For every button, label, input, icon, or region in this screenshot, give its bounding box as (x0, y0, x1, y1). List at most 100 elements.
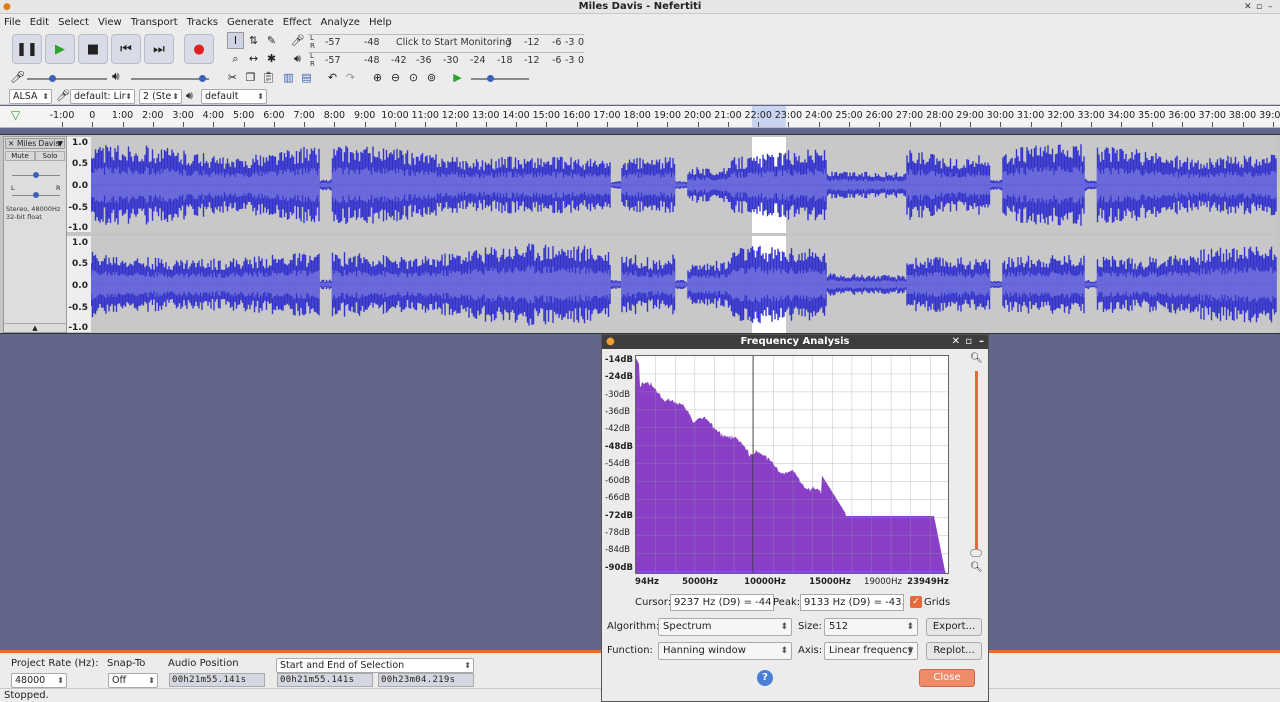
selection-tool[interactable]: I (227, 32, 244, 49)
track-close-icon[interactable]: ✕ (8, 139, 14, 148)
menu-view[interactable]: View (98, 17, 122, 28)
track-menu-chevron-icon[interactable]: ▼ (57, 139, 63, 148)
selection-start-time[interactable]: 00h21m55.141s (277, 673, 373, 687)
vertical-zoom-knob[interactable] (970, 549, 982, 557)
zoom-out-button[interactable]: ⊖ (387, 69, 404, 86)
peak-value-field[interactable]: 9133 Hz (D9) = -43.7 (800, 594, 904, 611)
stop-button[interactable]: ■ (78, 34, 108, 64)
skip-to-end-button[interactable]: ⏭ (144, 34, 174, 64)
timeline-ruler[interactable]: ▽ -1:00 0 1:00 2:00 3:00 4:00 5:00 6:00 7:00 8:00… (0, 106, 1280, 128)
start-monitoring-label[interactable]: Click to Start Monitoring (396, 37, 511, 48)
axis-select[interactable]: Linear frequency (824, 642, 918, 660)
zoom-in-button[interactable]: ⊕ (369, 69, 386, 86)
pan-slider[interactable] (12, 192, 60, 198)
size-select[interactable]: 512 (824, 618, 918, 636)
gain-slider[interactable] (12, 172, 60, 178)
play-icon: ▶ (55, 41, 65, 57)
record-volume-slider[interactable] (27, 75, 107, 82)
record-meter-mic-icon[interactable]: 🎤︎ (289, 32, 306, 49)
silence-button[interactable]: ▤ (298, 69, 315, 86)
track-name[interactable]: Miles Davis (17, 139, 59, 148)
menu-help[interactable]: Help (369, 17, 392, 28)
menu-transport[interactable]: Transport (131, 17, 178, 28)
collapse-track-button[interactable]: ▲ (4, 323, 66, 332)
minimize-window-icon[interactable]: – (1268, 0, 1273, 14)
channels-select[interactable]: 2 (Ste (139, 89, 182, 104)
menu-generate[interactable]: Generate (227, 17, 274, 28)
track-control-panel[interactable]: ✕ Miles Davis ▼ Mute Solo L R Stereo, 48… (3, 136, 67, 333)
silence-icon: ▤ (301, 71, 312, 84)
audio-host-select[interactable]: ALSA (9, 89, 52, 104)
ruler-tick-label: 14:00 (502, 110, 530, 121)
waveform-right-channel[interactable] (91, 236, 1277, 333)
menu-edit[interactable]: Edit (30, 17, 49, 28)
close-window-icon[interactable]: ✕ (1244, 0, 1252, 14)
ruler-tick-mark (243, 122, 245, 127)
play-speed-slider[interactable] (471, 75, 529, 82)
copy-button[interactable]: ❐ (242, 69, 259, 86)
audio-position-time[interactable]: 00h21m55.141s (169, 673, 265, 687)
menu-analyze[interactable]: Analyze (321, 17, 360, 28)
close-button[interactable]: Close (919, 669, 975, 687)
undo-button[interactable]: ↶ (324, 69, 341, 86)
function-select[interactable]: Hanning window (658, 642, 792, 660)
dialog-close-icon[interactable]: ✕ (952, 335, 960, 349)
ruler-tick-mark (62, 122, 63, 127)
menu-effect[interactable]: Effect (283, 17, 312, 28)
selection-mode-select[interactable]: Start and End of Selection (276, 658, 474, 673)
output-device-select[interactable]: default (201, 89, 267, 104)
grids-checkbox[interactable]: ✓ (910, 596, 922, 608)
project-rate-select[interactable]: 48000 (11, 673, 67, 688)
menu-tracks[interactable]: Tracks (187, 17, 218, 28)
play-meter[interactable]: LR -57 -48 -42 -36 -30 -24 -18 -12 -6 -3… (308, 52, 584, 68)
play-at-speed-button[interactable]: ▶ (449, 69, 466, 86)
replot-button[interactable]: Replot... (926, 642, 982, 660)
vertical-zoom-slider[interactable] (975, 371, 978, 551)
ruler-tick-label: 7:00 (293, 110, 315, 121)
menu-file[interactable]: File (4, 17, 21, 28)
mute-button[interactable]: Mute (5, 151, 35, 161)
multi-tool[interactable]: ✱ (263, 50, 280, 67)
paste-button[interactable]: 📋︎ (260, 69, 277, 86)
input-device-select[interactable]: default: Lir (70, 89, 135, 104)
zoom-tool[interactable]: ⌕ (227, 50, 244, 67)
algorithm-select[interactable]: Spectrum (658, 618, 792, 636)
y-tick-label: -48dB (605, 441, 633, 452)
timeshift-tool[interactable]: ↔ (245, 50, 262, 67)
zoom-out-vertical-icon[interactable]: 🔍︎ (970, 562, 983, 573)
output-speaker-icon: 🔊︎ (186, 89, 193, 102)
spectrum-plot[interactable] (635, 355, 949, 574)
record-button[interactable]: ● (184, 34, 214, 64)
draw-tool[interactable]: ✎ (263, 32, 280, 49)
menu-select[interactable]: Select (58, 17, 89, 28)
play-button[interactable]: ▶ (45, 34, 75, 64)
snap-to-select[interactable]: Off (108, 673, 158, 688)
ruler-tick-label: 39:00 (1259, 110, 1280, 121)
y-tick-label: -42dB (605, 424, 631, 435)
skip-to-start-button[interactable]: ⏮ (111, 34, 141, 64)
export-button[interactable]: Export... (926, 618, 982, 636)
envelope-tool[interactable]: ⇅ (245, 32, 262, 49)
play-meter-speaker-icon[interactable]: 🔊︎ (289, 50, 306, 67)
fit-selection-button[interactable]: ⊙ (405, 69, 422, 86)
trim-button[interactable]: ▥ (280, 69, 297, 86)
ruler-tick-label: 6:00 (263, 110, 285, 121)
playback-volume-slider[interactable] (131, 75, 209, 82)
ruler-tick-mark (485, 122, 487, 127)
help-icon[interactable]: ? (757, 670, 773, 686)
selection-end-time[interactable]: 00h23m04.219s (378, 673, 474, 687)
fit-project-button[interactable]: ⊚ (423, 69, 440, 86)
ruler-tick-mark (213, 122, 215, 127)
maximize-window-icon[interactable]: ▫ (1256, 0, 1262, 14)
cursor-value-field[interactable]: 9237 Hz (D9) = -44 dB (670, 594, 774, 611)
pause-button[interactable]: ❚❚ (12, 34, 42, 64)
solo-button[interactable]: Solo (35, 151, 65, 161)
zoom-in-vertical-icon[interactable]: 🔍︎ (970, 353, 983, 364)
record-meter[interactable]: LR -57 -48 Click to Start Monitoring 3 -… (308, 34, 584, 50)
cut-button[interactable]: ✂ (224, 69, 241, 86)
waveform-left-channel[interactable] (91, 137, 1277, 233)
redo-button[interactable]: ↷ (342, 69, 359, 86)
dialog-minimize-icon[interactable]: – (979, 335, 984, 349)
ruler-tick-label: 16:00 (562, 110, 591, 121)
dialog-maximize-icon[interactable]: ▫ (965, 335, 972, 349)
